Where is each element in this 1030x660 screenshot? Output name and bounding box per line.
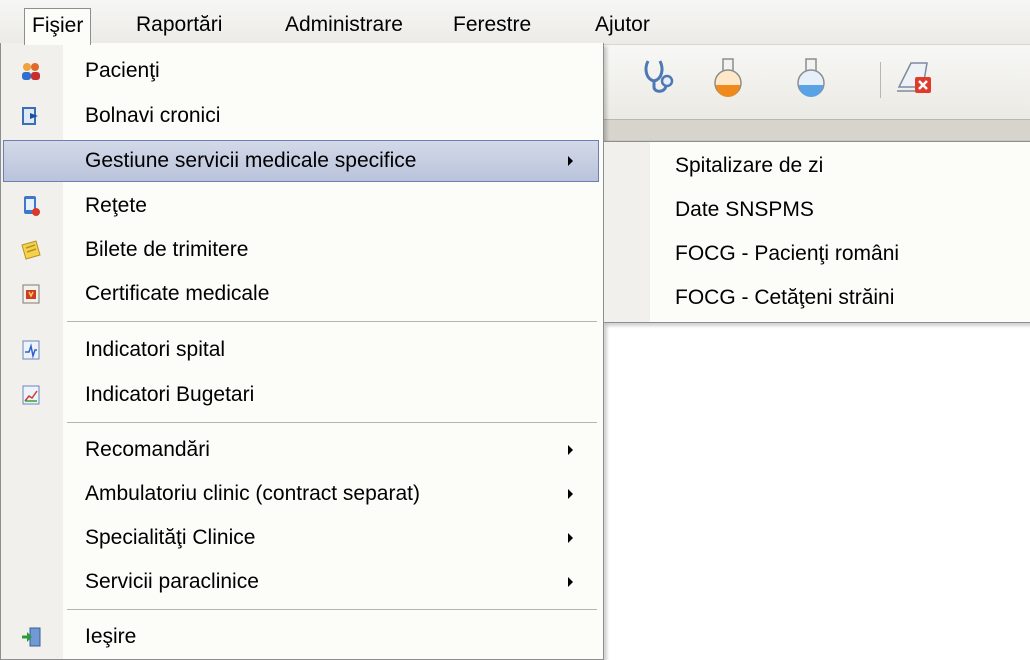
menu-raportari[interactable]: Raportări xyxy=(129,8,229,42)
menu-item-label: Bilete de trimitere xyxy=(85,238,249,261)
menu-ferestre[interactable]: Ferestre xyxy=(446,8,538,42)
orange-flask-icon[interactable] xyxy=(710,57,746,103)
menu-item-label: Certificate medicale xyxy=(85,282,270,305)
menu-item-retete[interactable]: Reţete xyxy=(1,184,603,228)
submenu-item-label: Date SNSPMS xyxy=(675,198,814,221)
blue-flask-icon[interactable] xyxy=(793,57,829,103)
menu-item-label: Reţete xyxy=(85,194,147,217)
submenu-item-label: FOCG - Pacienţi români xyxy=(675,242,900,265)
patients-icon xyxy=(20,60,42,82)
menu-item-bilete-trimitere[interactable]: Bilete de trimitere xyxy=(1,228,603,272)
menu-fisier-label: Fişier xyxy=(32,14,84,37)
submenu-arrow-icon xyxy=(568,445,573,455)
menu-item-bolnavi-cronici[interactable]: Bolnavi cronici xyxy=(1,94,603,138)
menu-separator xyxy=(67,321,597,322)
menu-item-label: Specialităţi Clinice xyxy=(85,526,256,549)
menu-item-label: Servicii paraclinice xyxy=(85,570,259,593)
menu-ajutor-label: Ajutor xyxy=(595,13,650,36)
menu-fisier[interactable]: Fişier xyxy=(24,8,92,45)
submenu-item-label: Spitalizare de zi xyxy=(675,154,824,177)
menu-item-specialitati-clinice[interactable]: Specialităţi Clinice xyxy=(1,516,603,560)
menu-item-label: Indicatori spital xyxy=(85,338,226,361)
file-menu-dropdown: Pacienţi Bolnavi cronici Gestiune servic… xyxy=(0,43,604,660)
menu-raportari-label: Raportări xyxy=(136,13,223,36)
menu-bar: Fişier Raportări Administrare Ferestre A… xyxy=(0,0,1030,45)
menu-ferestre-label: Ferestre xyxy=(453,13,532,36)
menu-item-certificate-medicale[interactable]: Certificate medicale xyxy=(1,272,603,316)
submenu-arrow-icon xyxy=(568,577,573,587)
menu-ajutor[interactable]: Ajutor xyxy=(588,8,657,42)
menu-separator xyxy=(67,422,597,423)
menu-item-label: Ieşire xyxy=(85,625,137,648)
menu-item-servicii-paraclinice[interactable]: Servicii paraclinice xyxy=(1,560,603,604)
menu-item-label: Pacienţi xyxy=(85,59,160,82)
submenu-gestiune-servicii: Spitalizare de zi Date SNSPMS FOCG - Pac… xyxy=(603,141,1030,323)
menu-item-gestiune-servicii[interactable]: Gestiune servicii medicale specifice xyxy=(1,139,603,183)
submenu-item-spitalizare-de-zi[interactable]: Spitalizare de zi xyxy=(604,144,1030,188)
menu-item-label: Recomandări xyxy=(85,438,210,461)
toolbar-separator xyxy=(880,62,881,98)
menu-item-ambulatoriu-clinic[interactable]: Ambulatoriu clinic (contract separat) xyxy=(1,472,603,516)
menu-item-indicatori-spital[interactable]: Indicatori spital xyxy=(1,328,603,372)
submenu-arrow-icon xyxy=(568,533,573,543)
menu-item-indicatori-bugetari[interactable]: Indicatori Bugetari xyxy=(1,373,603,417)
hospital-indicators-icon xyxy=(20,339,42,361)
menu-item-label: Indicatori Bugetari xyxy=(85,383,255,406)
certificate-icon xyxy=(20,283,42,305)
exit-icon xyxy=(20,626,42,648)
menu-item-label: Ambulatoriu clinic (contract separat) xyxy=(85,482,420,505)
menu-item-recomandari[interactable]: Recomandări xyxy=(1,428,603,472)
menu-administrare-label: Administrare xyxy=(285,13,403,36)
menu-item-pacienti[interactable]: Pacienţi xyxy=(1,49,603,93)
referral-icon xyxy=(20,239,42,261)
stethoscope-icon[interactable] xyxy=(640,57,676,103)
chronic-patients-icon xyxy=(20,105,42,127)
budget-indicators-icon xyxy=(20,384,42,406)
submenu-item-date-snspms[interactable]: Date SNSPMS xyxy=(604,188,1030,232)
submenu-arrow-icon xyxy=(568,489,573,499)
close-document-icon[interactable] xyxy=(893,57,937,105)
menu-item-label: Gestiune servicii medicale specifice xyxy=(85,149,417,172)
submenu-arrow-icon xyxy=(568,156,573,166)
menu-administrare[interactable]: Administrare xyxy=(278,8,410,42)
submenu-item-focg-pacienti-romani[interactable]: FOCG - Pacienţi români xyxy=(604,232,1030,276)
menu-item-label: Bolnavi cronici xyxy=(85,104,221,127)
menu-separator xyxy=(67,609,597,610)
menu-item-iesire[interactable]: Ieşire xyxy=(1,615,603,659)
submenu-item-label: FOCG - Cetăţeni străini xyxy=(675,286,895,309)
prescription-icon xyxy=(20,195,42,217)
submenu-item-focg-cetateni-straini[interactable]: FOCG - Cetăţeni străini xyxy=(604,276,1030,320)
